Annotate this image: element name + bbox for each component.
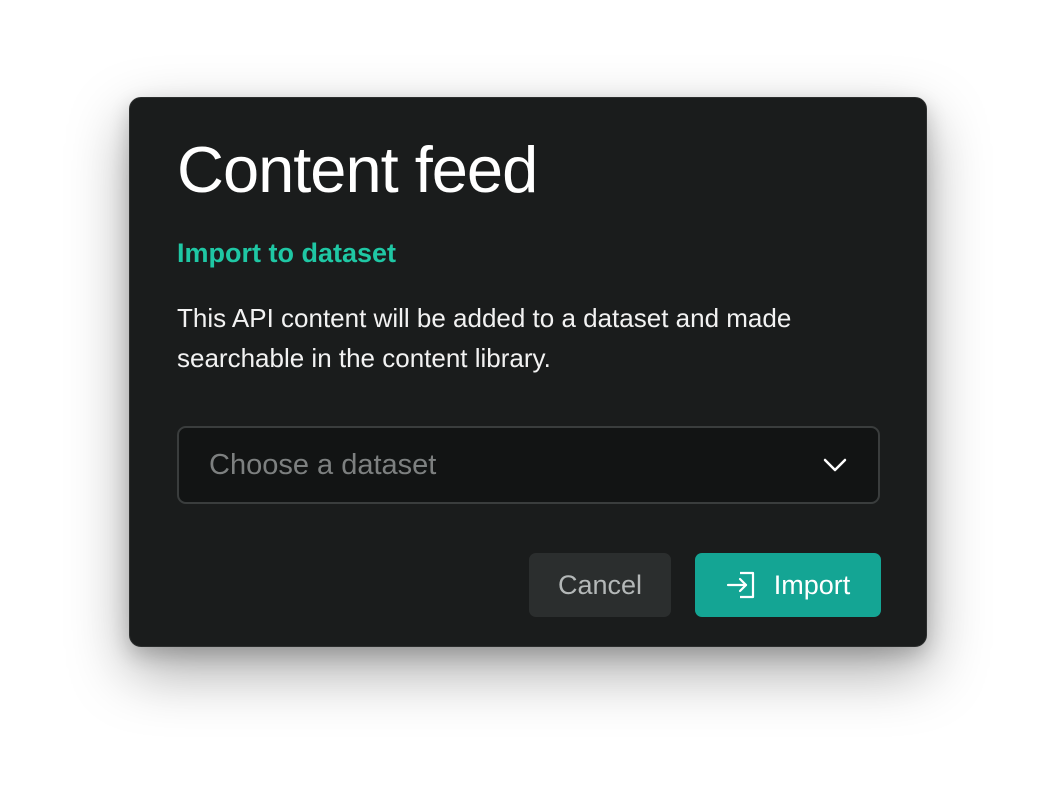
dataset-select[interactable]: Choose a dataset xyxy=(177,426,880,504)
import-button[interactable]: Import xyxy=(695,553,881,617)
cancel-button-label: Cancel xyxy=(557,569,643,600)
dialog-subtitle: Import to dataset xyxy=(177,238,397,268)
cancel-button[interactable]: Cancel xyxy=(529,553,671,617)
dialog-title: Content feed xyxy=(177,133,538,206)
dialog-actions: Cancel Import xyxy=(130,553,926,617)
dialog-description: This API content will be added to a data… xyxy=(177,303,792,373)
dataset-select-placeholder: Choose a dataset xyxy=(209,448,437,481)
import-button-label: Import xyxy=(773,569,851,600)
content-feed-dialog: Content feed Import to dataset This API … xyxy=(129,97,927,647)
import-icon xyxy=(726,571,756,599)
chevron-down-icon xyxy=(822,457,848,473)
